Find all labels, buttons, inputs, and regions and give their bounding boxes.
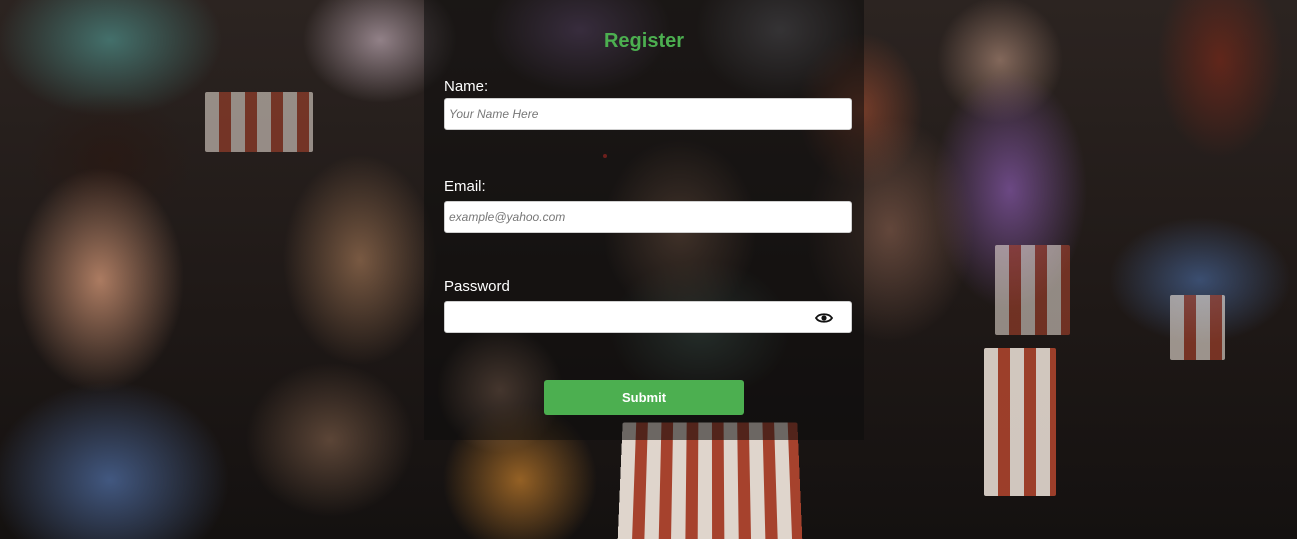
eye-icon[interactable] [814, 310, 834, 326]
password-label: Password [444, 278, 510, 295]
name-label: Name: [444, 78, 489, 95]
password-input[interactable] [445, 302, 851, 332]
name-input[interactable] [445, 99, 851, 129]
submit-button[interactable]: Submit [544, 380, 744, 415]
name-field-container [444, 98, 852, 130]
register-form: Register Name: Email: Password Submit [424, 0, 864, 440]
form-title: Register [603, 30, 685, 52]
popcorn-bucket-image [984, 348, 1056, 496]
popcorn-bucket-image [205, 92, 313, 152]
popcorn-bucket-image [1170, 295, 1225, 360]
email-label: Email: [444, 178, 486, 195]
email-input[interactable] [445, 202, 851, 232]
email-field-container [444, 201, 852, 233]
popcorn-bucket-image [995, 245, 1070, 335]
password-field-container [444, 301, 852, 333]
register-page: Register Name: Email: Password Submit [0, 0, 1297, 539]
